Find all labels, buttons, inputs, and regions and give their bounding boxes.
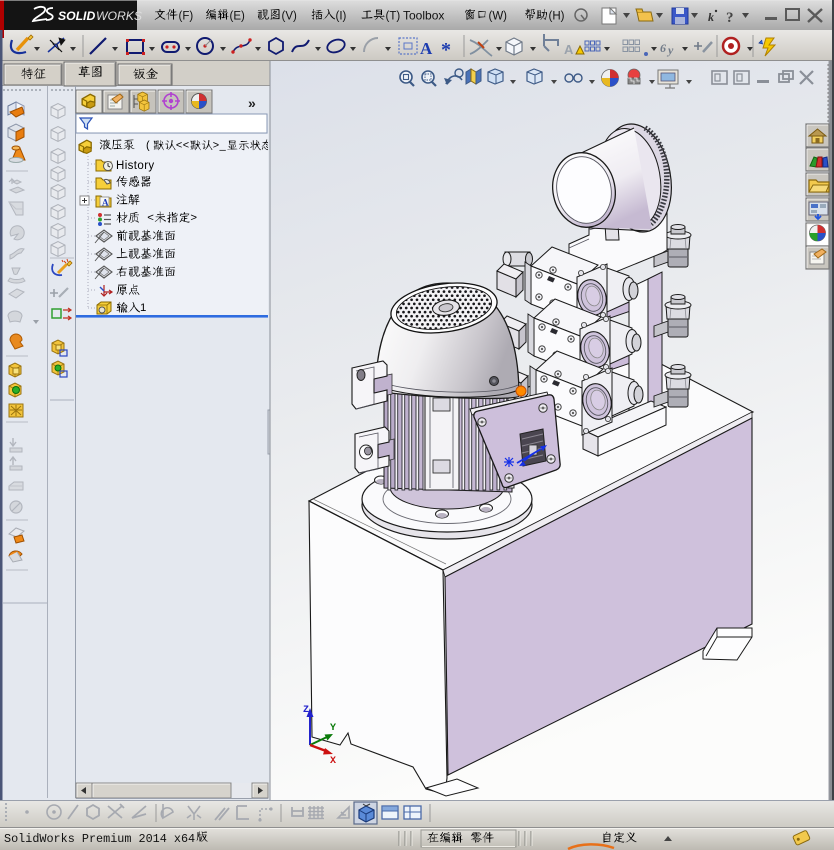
svg-text:6: 6 (660, 41, 666, 55)
svg-text:SolidWorks Premium 2014 x64: SolidWorks Premium 2014 x64 (4, 832, 195, 846)
svg-text:(T): (T) (386, 11, 401, 23)
svg-text:<: < (183, 140, 189, 152)
svg-text:<: < (176, 140, 182, 152)
svg-text:(H): (H) (549, 11, 565, 23)
svg-text:(V): (V) (282, 11, 298, 23)
svg-text:(E): (E) (230, 11, 246, 23)
svg-text:Toolbox: Toolbox (403, 9, 444, 23)
svg-text:(I): (I) (336, 11, 347, 23)
svg-text:Z: Z (303, 705, 309, 716)
svg-text:*: * (441, 39, 451, 61)
svg-text:(W): (W) (489, 11, 508, 23)
svg-text:1: 1 (140, 302, 146, 314)
svg-text:>: > (190, 212, 197, 224)
svg-text:_: _ (219, 140, 227, 152)
svg-text:SOLID: SOLID (58, 9, 95, 23)
svg-text:X: X (330, 756, 336, 767)
svg-text:y: y (666, 43, 674, 57)
svg-text:History: History (116, 160, 155, 172)
svg-text:»: » (248, 95, 256, 111)
svg-text:(: ( (146, 140, 150, 152)
svg-text:>: > (213, 140, 219, 152)
svg-text:A: A (420, 39, 433, 58)
svg-text:k: k (708, 10, 714, 24)
svg-text:A: A (102, 198, 109, 208)
svg-text:?: ? (726, 10, 734, 26)
svg-text:Y: Y (330, 723, 336, 734)
svg-text:<: < (147, 212, 154, 224)
svg-text:WORKS: WORKS (96, 9, 142, 23)
svg-text:(F): (F) (179, 11, 194, 23)
svg-text:A: A (564, 42, 574, 57)
